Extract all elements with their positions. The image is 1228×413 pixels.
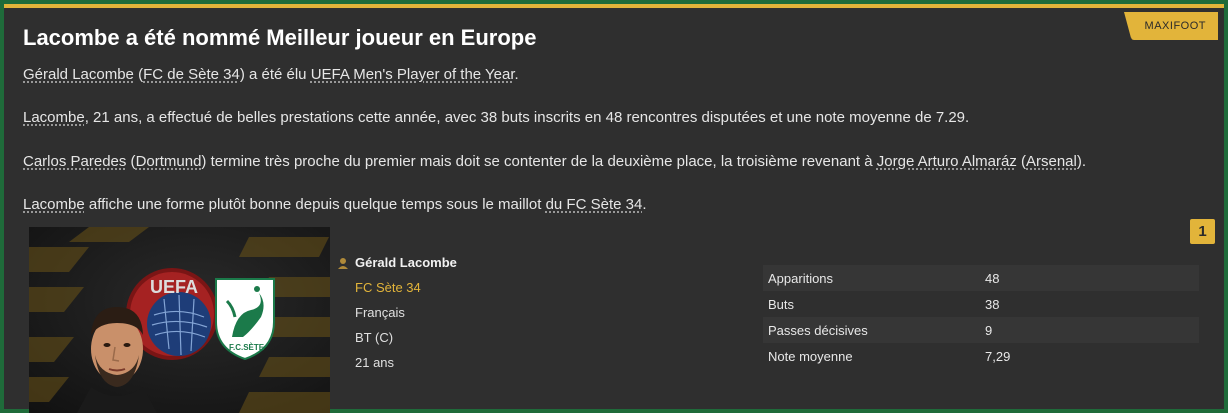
stat-row: Apparitions 48 (763, 265, 1199, 291)
paragraph-1: Gérald Lacombe (FC de Sète 34) a été élu… (23, 66, 519, 83)
paragraph-3: Carlos Paredes (Dortmund) termine très p… (23, 153, 1087, 170)
club-crest-icon: F.C.SÈTE (215, 278, 275, 361)
stat-row: Note moyenne 7,29 (768, 348, 1011, 364)
player-nationality: Français (355, 305, 405, 320)
source-badge: MAXIFOOT (1123, 12, 1218, 40)
player-link[interactable]: Lacombe (23, 109, 85, 126)
news-panel: MAXIFOOT Lacombe a été nommé Meilleur jo… (4, 4, 1224, 413)
player-link[interactable]: Gérald Lacombe (23, 66, 134, 83)
player-link[interactable]: Lacombe (23, 196, 85, 213)
second-club-link[interactable]: Dortmund (136, 153, 202, 170)
stat-row: Passes décisives 9 (763, 317, 1199, 343)
third-club-link[interactable]: Arsenal (1026, 153, 1077, 170)
club-link[interactable]: FC de Sète 34 (143, 66, 240, 83)
award-image: UEFA F.C.SÈTE (29, 227, 330, 413)
svg-text:UEFA: UEFA (150, 277, 198, 297)
news-title: Lacombe a été nommé Meilleur joueur en E… (23, 25, 537, 50)
stat-row: Buts 38 (768, 296, 1000, 312)
person-icon (338, 257, 348, 269)
club-link[interactable]: du FC Sète 34 (546, 196, 643, 213)
player-club[interactable]: FC Sète 34 (355, 280, 457, 295)
player-name[interactable]: Gérald Lacombe (337, 255, 457, 270)
player-info: Gérald Lacombe FC Sète 34 Français BT (C… (337, 255, 457, 370)
paragraph-2: Lacombe, 21 ans, a effectué de belles pr… (23, 109, 970, 126)
stats-table: Apparitions 48 Buts 38 Passes décisives 9 N… (763, 265, 1199, 369)
award-link[interactable]: UEFA Men's Player of the Year (311, 66, 515, 83)
rank-badge: 1 (1190, 219, 1215, 244)
second-player-link[interactable]: Carlos Paredes (23, 153, 126, 170)
paragraph-4: Lacombe affiche une forme plutôt bonne d… (23, 196, 647, 213)
player-age: 21 ans (355, 355, 395, 370)
svg-text:F.C.SÈTE: F.C.SÈTE (229, 343, 265, 352)
player-position: BT (C) (355, 330, 394, 345)
third-player-link[interactable]: Jorge Arturo Almaráz (877, 153, 1017, 170)
